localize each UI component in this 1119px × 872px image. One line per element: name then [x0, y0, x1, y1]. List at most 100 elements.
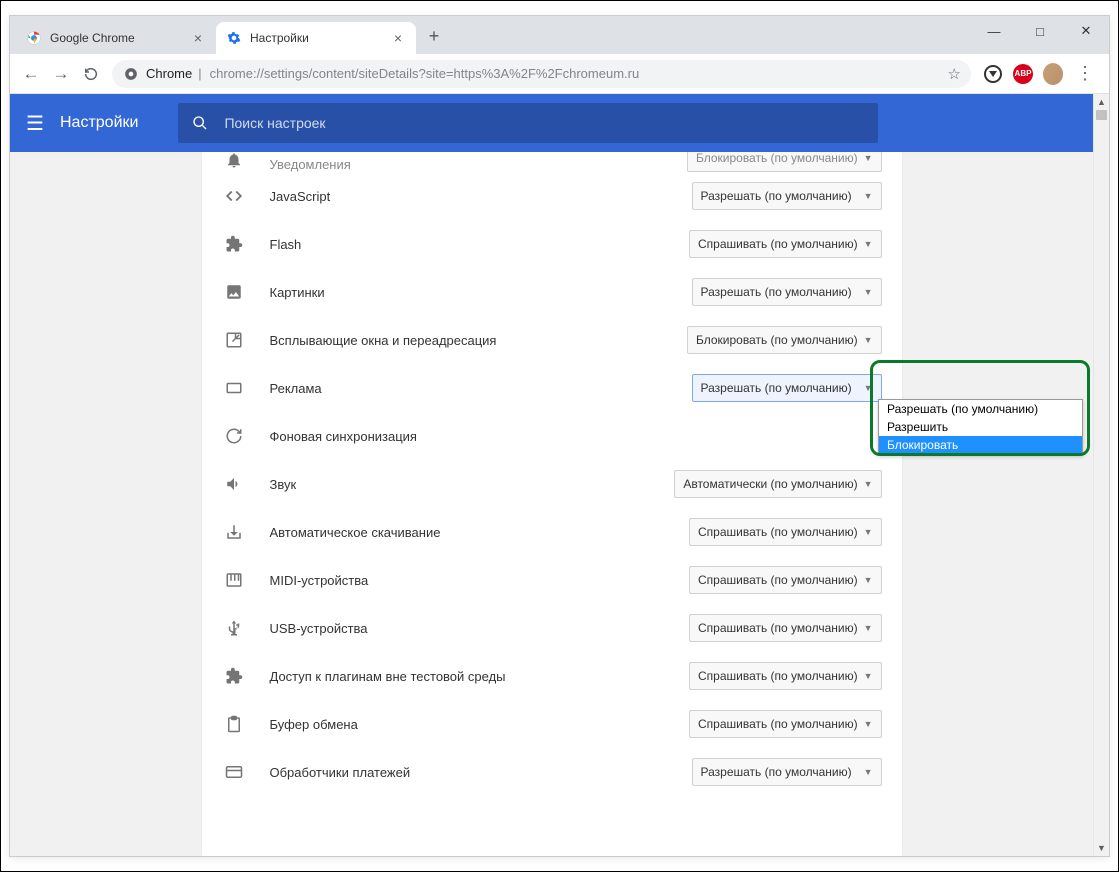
permission-label: Доступ к плагинам вне тестовой среды [270, 669, 689, 684]
select-value: Автоматически (по умолчанию) [683, 477, 857, 491]
extension-icons: ABP ⋮ [977, 63, 1103, 84]
minimize-button[interactable]: — [971, 16, 1017, 46]
permission-select[interactable]: Разрешать (по умолчанию) ▼ [692, 374, 882, 402]
chrome-icon [122, 65, 140, 83]
chevron-down-icon: ▼ [864, 239, 873, 249]
menu-icon[interactable]: ☰ [10, 111, 60, 136]
menu-button[interactable]: ⋮ [1073, 63, 1097, 84]
settings-search[interactable]: Поиск настроек [178, 103, 878, 143]
close-icon[interactable]: × [190, 30, 206, 46]
permission-label: JavaScript [270, 189, 692, 204]
ads-icon [222, 376, 246, 400]
chevron-down-icon: ▼ [864, 767, 873, 777]
reload-button[interactable] [76, 59, 106, 89]
scroll-down-button[interactable]: ▼ [1094, 840, 1109, 856]
permission-label: Звук [270, 477, 675, 492]
permission-label: Буфер обмена [270, 717, 689, 732]
forward-button[interactable]: → [46, 59, 76, 89]
select-value: Разрешать (по умолчанию) [701, 189, 852, 203]
tab-label: Google Chrome [50, 31, 135, 45]
gear-favicon [226, 30, 242, 46]
permission-label: Фоновая синхронизация [270, 429, 692, 444]
permission-select[interactable]: Спрашивать (по умолчанию)▼ [689, 662, 882, 690]
permission-dropdown[interactable]: Разрешать (по умолчанию)РазрешитьБлокиро… [878, 399, 1083, 455]
permission-select[interactable]: Спрашивать (по умолчанию) ▼ [689, 614, 882, 642]
back-button[interactable]: ← [16, 59, 46, 89]
permission-row-0: УведомленияБлокировать (по умолчанию)▼ [202, 152, 902, 172]
permission-row-10: USB-устройстваСпрашивать (по умолчанию)▼ [202, 604, 902, 652]
address-bar[interactable]: Chrome | chrome://settings/content/siteD… [112, 60, 971, 88]
chevron-down-icon: ▼ [864, 671, 873, 681]
bookmark-star-icon[interactable]: ☆ [948, 65, 961, 83]
permission-label: Картинки [270, 285, 692, 300]
select-value: Спрашивать (по умолчанию) [698, 621, 858, 635]
select-value: Разрешать (по умолчанию) [701, 285, 852, 299]
dropdown-option[interactable]: Разрешать (по умолчанию) [879, 400, 1082, 418]
permission-label: MIDI-устройства [270, 573, 689, 588]
download-icon [222, 520, 246, 544]
dropdown-option[interactable]: Блокировать [879, 436, 1082, 454]
permission-row-11: Доступ к плагинам вне тестовой средыСпра… [202, 652, 902, 700]
chevron-down-icon: ▼ [864, 719, 873, 729]
tab-strip: Google Chrome × Настройки × + [10, 16, 448, 54]
dropdown-option[interactable]: Разрешить [879, 418, 1082, 436]
profile-avatar[interactable] [1043, 64, 1063, 84]
permission-row-12: Буфер обмена Спрашивать (по умолчанию) ▼ [202, 700, 902, 748]
puzzle-icon [222, 664, 246, 688]
permission-select[interactable]: Спрашивать (по умолчанию) ▼ [689, 230, 882, 258]
select-value: Спрашивать (по умолчанию) [698, 237, 858, 251]
window-titlebar: Google Chrome × Настройки × + — □ ✕ [10, 16, 1109, 54]
tab-label: Настройки [250, 31, 309, 45]
close-window-button[interactable]: ✕ [1063, 16, 1109, 46]
permission-select[interactable]: Спрашивать (по умолчанию)▼ [689, 518, 882, 546]
adblock-icon[interactable]: ABP [1013, 64, 1033, 84]
window-controls: — □ ✕ [971, 16, 1109, 46]
chevron-down-icon: ▼ [864, 575, 873, 585]
scroll-thumb[interactable] [1096, 110, 1107, 120]
permission-row-1: JavaScriptРазрешать (по умолчанию)▼ [202, 172, 902, 220]
permission-select[interactable]: Разрешать (по умолчанию)▼ [692, 278, 882, 306]
search-icon [192, 115, 208, 131]
new-tab-button[interactable]: + [420, 22, 448, 50]
permission-row-7: ЗвукАвтоматически (по умолчанию)▼ [202, 460, 902, 508]
midi-icon [222, 568, 246, 592]
permission-label: Обработчики платежей [270, 765, 692, 780]
permission-row-4: Всплывающие окна и переадресацияБлокиров… [202, 316, 902, 364]
content-area: ☰ Настройки Поиск настроек УведомленияБл… [10, 94, 1109, 856]
close-icon[interactable]: × [390, 30, 406, 46]
search-placeholder: Поиск настроек [224, 115, 325, 131]
tab-chrome[interactable]: Google Chrome × [16, 22, 216, 54]
bell-icon [222, 152, 246, 172]
select-value: Спрашивать (по умолчанию) [698, 573, 858, 587]
settings-body: УведомленияБлокировать (по умолчанию)▼Ja… [10, 152, 1093, 856]
permission-select[interactable]: Разрешать (по умолчанию)▼ [692, 182, 882, 210]
tab-settings[interactable]: Настройки × [216, 22, 416, 54]
maximize-button[interactable]: □ [1017, 16, 1063, 46]
chevron-down-icon: ▼ [864, 383, 873, 393]
permission-row-9: MIDI-устройстваСпрашивать (по умолчанию)… [202, 556, 902, 604]
image-icon [222, 280, 246, 304]
yandex-icon[interactable] [983, 64, 1003, 84]
chevron-down-icon: ▼ [864, 335, 873, 345]
permission-select[interactable]: Блокировать (по умолчанию)▼ [687, 152, 882, 172]
select-value: Разрешать (по умолчанию) [701, 765, 852, 779]
clipboard-icon [222, 712, 246, 736]
browser-toolbar: ← → Chrome | chrome://settings/content/s… [10, 54, 1109, 94]
chevron-down-icon: ▼ [864, 623, 873, 633]
scroll-up-button[interactable]: ▲ [1094, 94, 1109, 110]
select-value: Блокировать (по умолчанию) [696, 333, 858, 347]
permission-row-5: Реклама Разрешать (по умолчанию) ▼ [202, 364, 902, 412]
permission-select[interactable]: Автоматически (по умолчанию)▼ [674, 470, 881, 498]
vertical-scrollbar[interactable]: ▲ ▼ [1093, 94, 1109, 856]
permission-select[interactable]: Блокировать (по умолчанию) ▼ [687, 326, 882, 354]
permission-label: Реклама [270, 381, 692, 396]
permission-select[interactable]: Спрашивать (по умолчанию) ▼ [689, 566, 882, 594]
permission-label: Flash [270, 237, 689, 252]
browser-window: Google Chrome × Настройки × + — □ ✕ ← → [9, 15, 1110, 857]
sync-icon [222, 424, 246, 448]
permission-select[interactable]: Разрешать (по умолчанию) ▼ [692, 758, 882, 786]
select-value: Разрешать (по умолчанию) [701, 381, 852, 395]
permission-select[interactable]: Спрашивать (по умолчанию) ▼ [689, 710, 882, 738]
url-path: chrome://settings/content/siteDetails?si… [210, 66, 948, 81]
select-value: Спрашивать (по умолчанию) [698, 717, 858, 731]
